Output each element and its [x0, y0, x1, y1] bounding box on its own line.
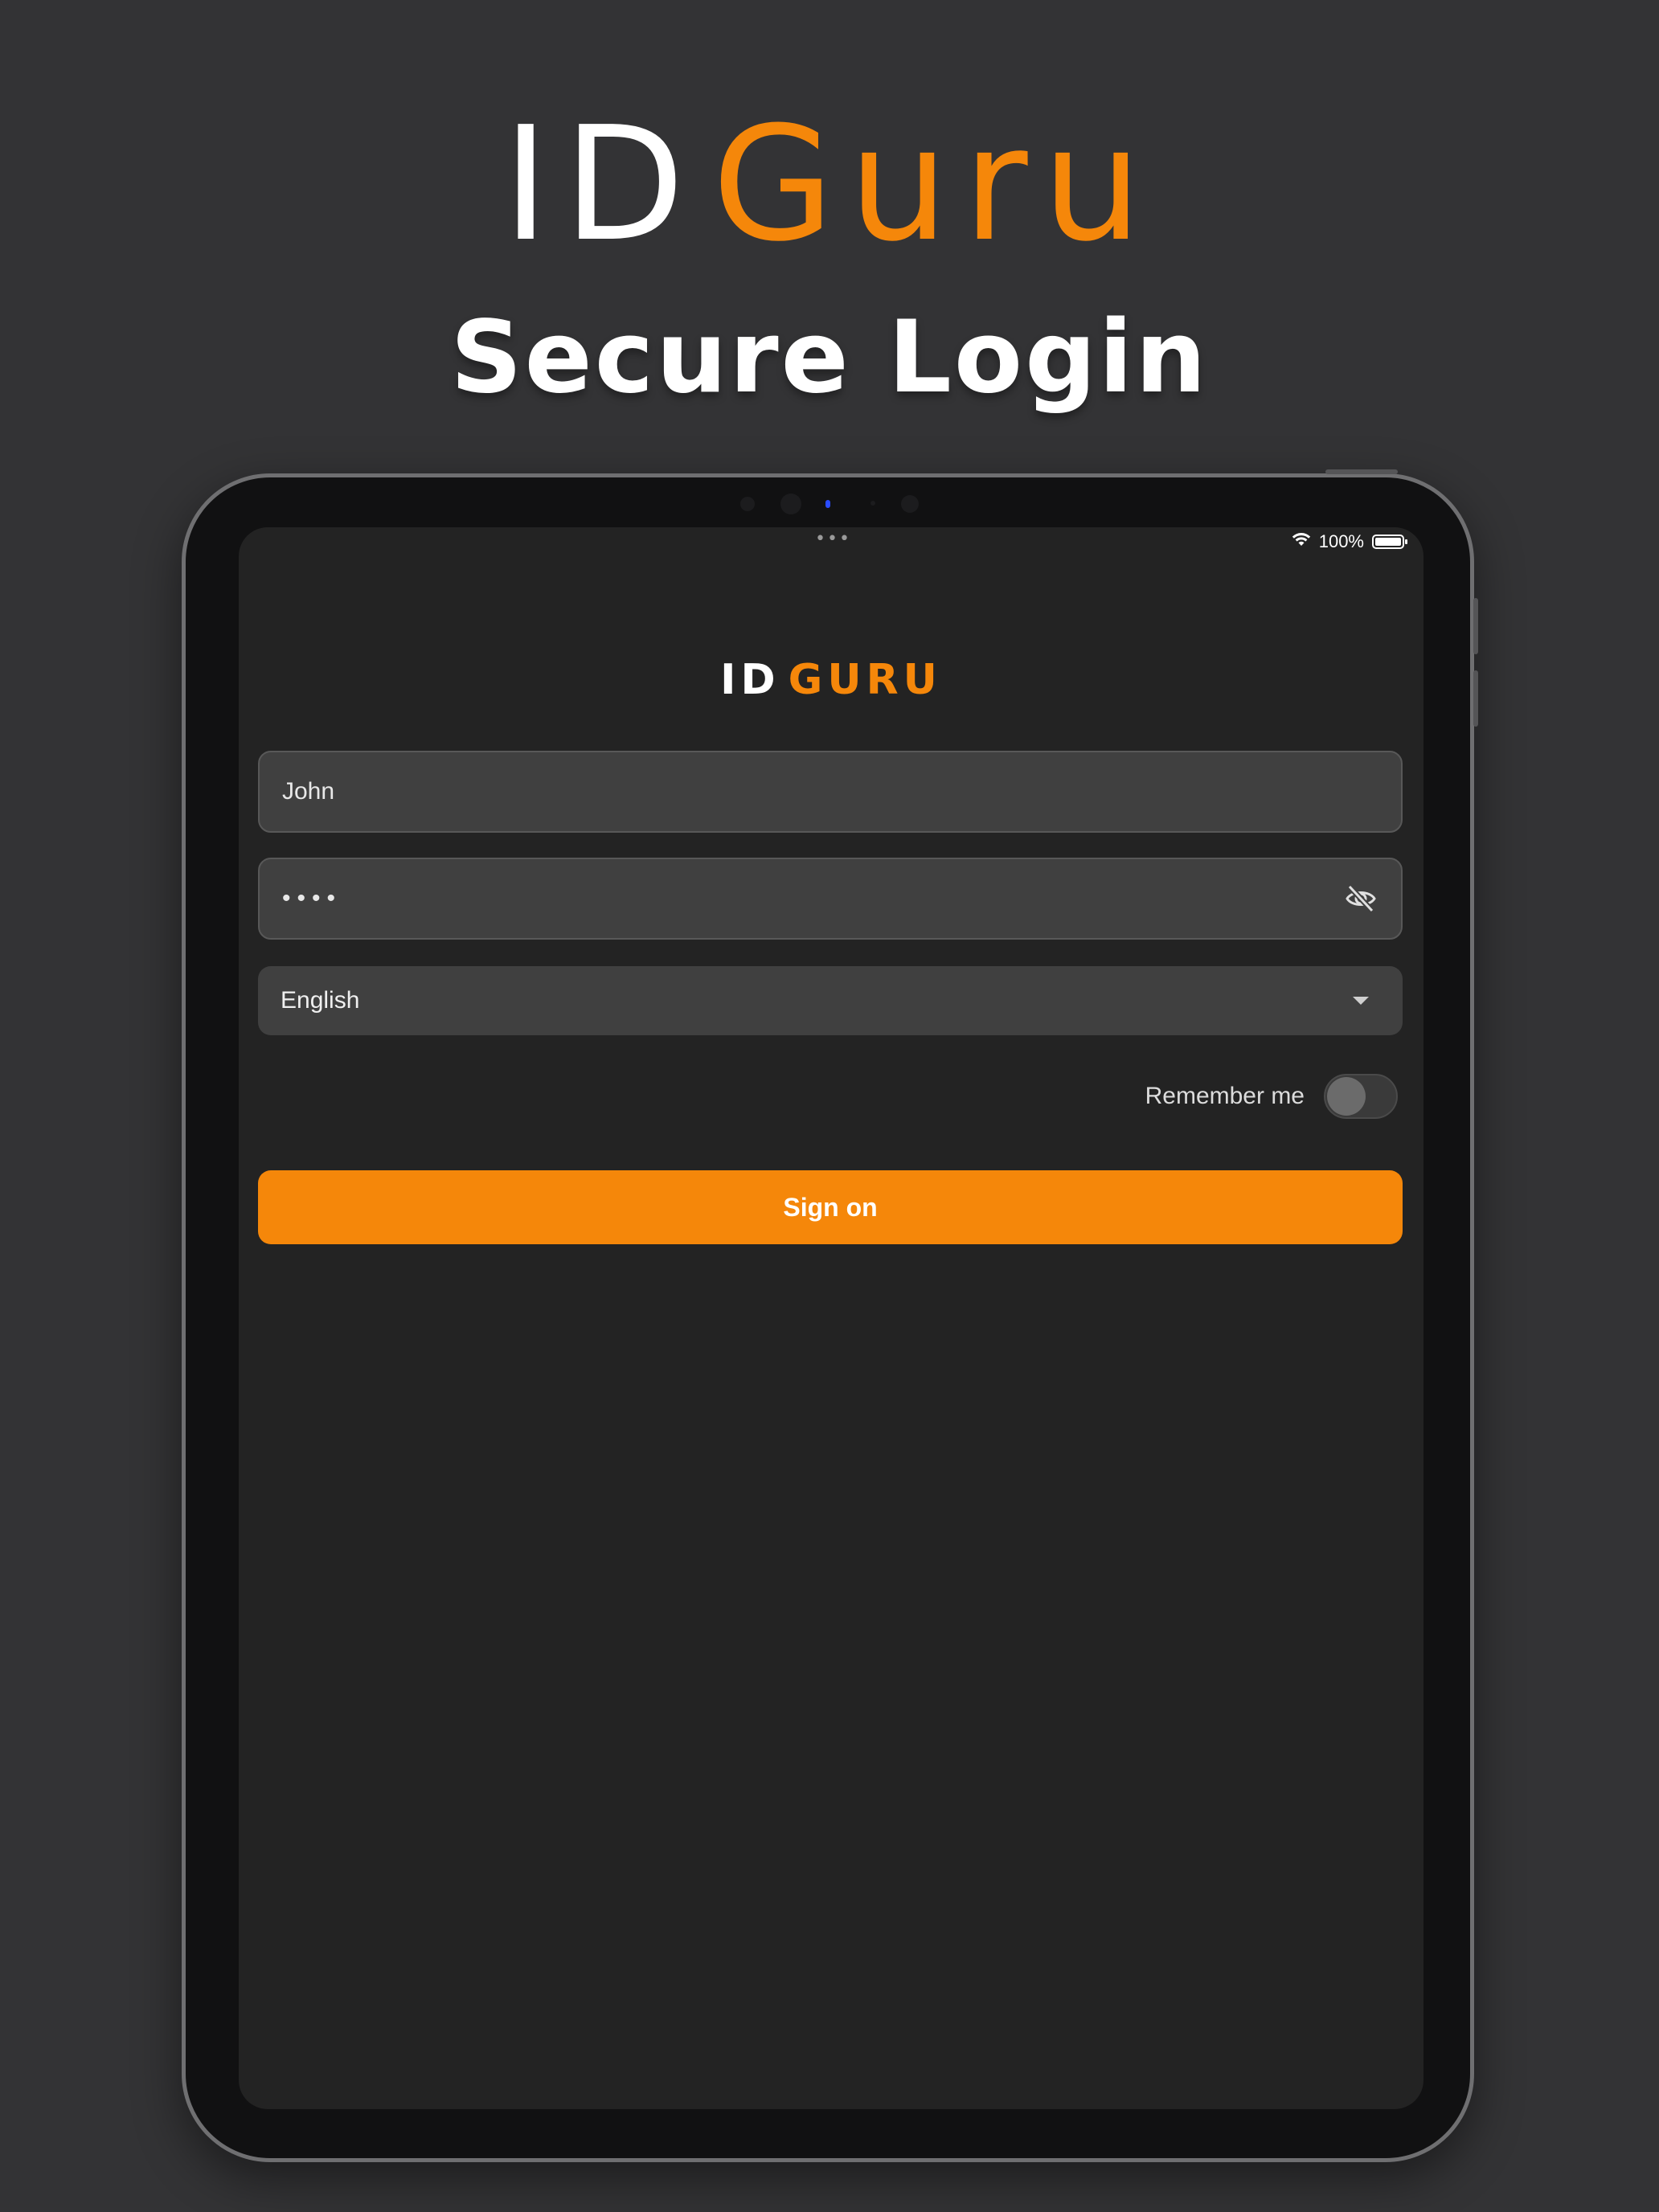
app-screen: ••• 100% ID GURU John •••• English Remem… — [239, 527, 1423, 2109]
password-field[interactable] — [258, 858, 1403, 940]
eye-off-icon[interactable] — [1343, 881, 1378, 916]
hero-title: Secure Login — [450, 300, 1209, 416]
camera-lens — [780, 494, 801, 514]
camera-array — [186, 489, 1470, 521]
volume-up-button — [1473, 598, 1478, 654]
camera-indicator — [825, 500, 830, 508]
remember-me-row: Remember me — [1145, 1074, 1398, 1119]
battery-icon — [1372, 535, 1407, 549]
top-button — [1325, 469, 1398, 474]
status-bar: ••• 100% — [239, 527, 1423, 556]
app-logo-guru: GURU — [788, 656, 942, 704]
remember-me-label: Remember me — [1145, 1083, 1305, 1109]
wifi-icon — [1292, 531, 1311, 552]
toggle-knob — [1327, 1077, 1366, 1116]
tablet-frame: ••• 100% ID GURU John •••• English Remem… — [182, 469, 1478, 2162]
username-field[interactable] — [258, 751, 1403, 833]
status-indicators: 100% — [1292, 527, 1407, 556]
sensor-dot — [740, 497, 755, 511]
hero-logo: IDGuru — [0, 96, 1659, 273]
username-input[interactable] — [282, 778, 1378, 805]
app-logo-id: ID — [720, 656, 780, 704]
battery-percent: 100% — [1318, 531, 1364, 551]
sensor-dot — [870, 501, 875, 506]
volume-down-button — [1473, 670, 1478, 727]
sensor-dot — [901, 495, 919, 513]
app-logo: ID GURU — [239, 656, 1423, 704]
caret-down-icon — [1353, 997, 1369, 1005]
remember-me-toggle[interactable] — [1324, 1074, 1398, 1119]
hero-logo-guru: Guru — [711, 93, 1157, 276]
multitasking-handle[interactable]: ••• — [815, 530, 851, 548]
sign-on-button[interactable]: Sign on — [258, 1170, 1403, 1244]
language-value: English — [281, 987, 360, 1014]
password-input[interactable] — [282, 885, 1343, 912]
hero-logo-id: ID — [502, 93, 699, 276]
page: IDGuru Secure Login ••• 100% ID GURU Joh… — [0, 0, 1659, 2212]
language-select[interactable]: English — [258, 966, 1403, 1035]
